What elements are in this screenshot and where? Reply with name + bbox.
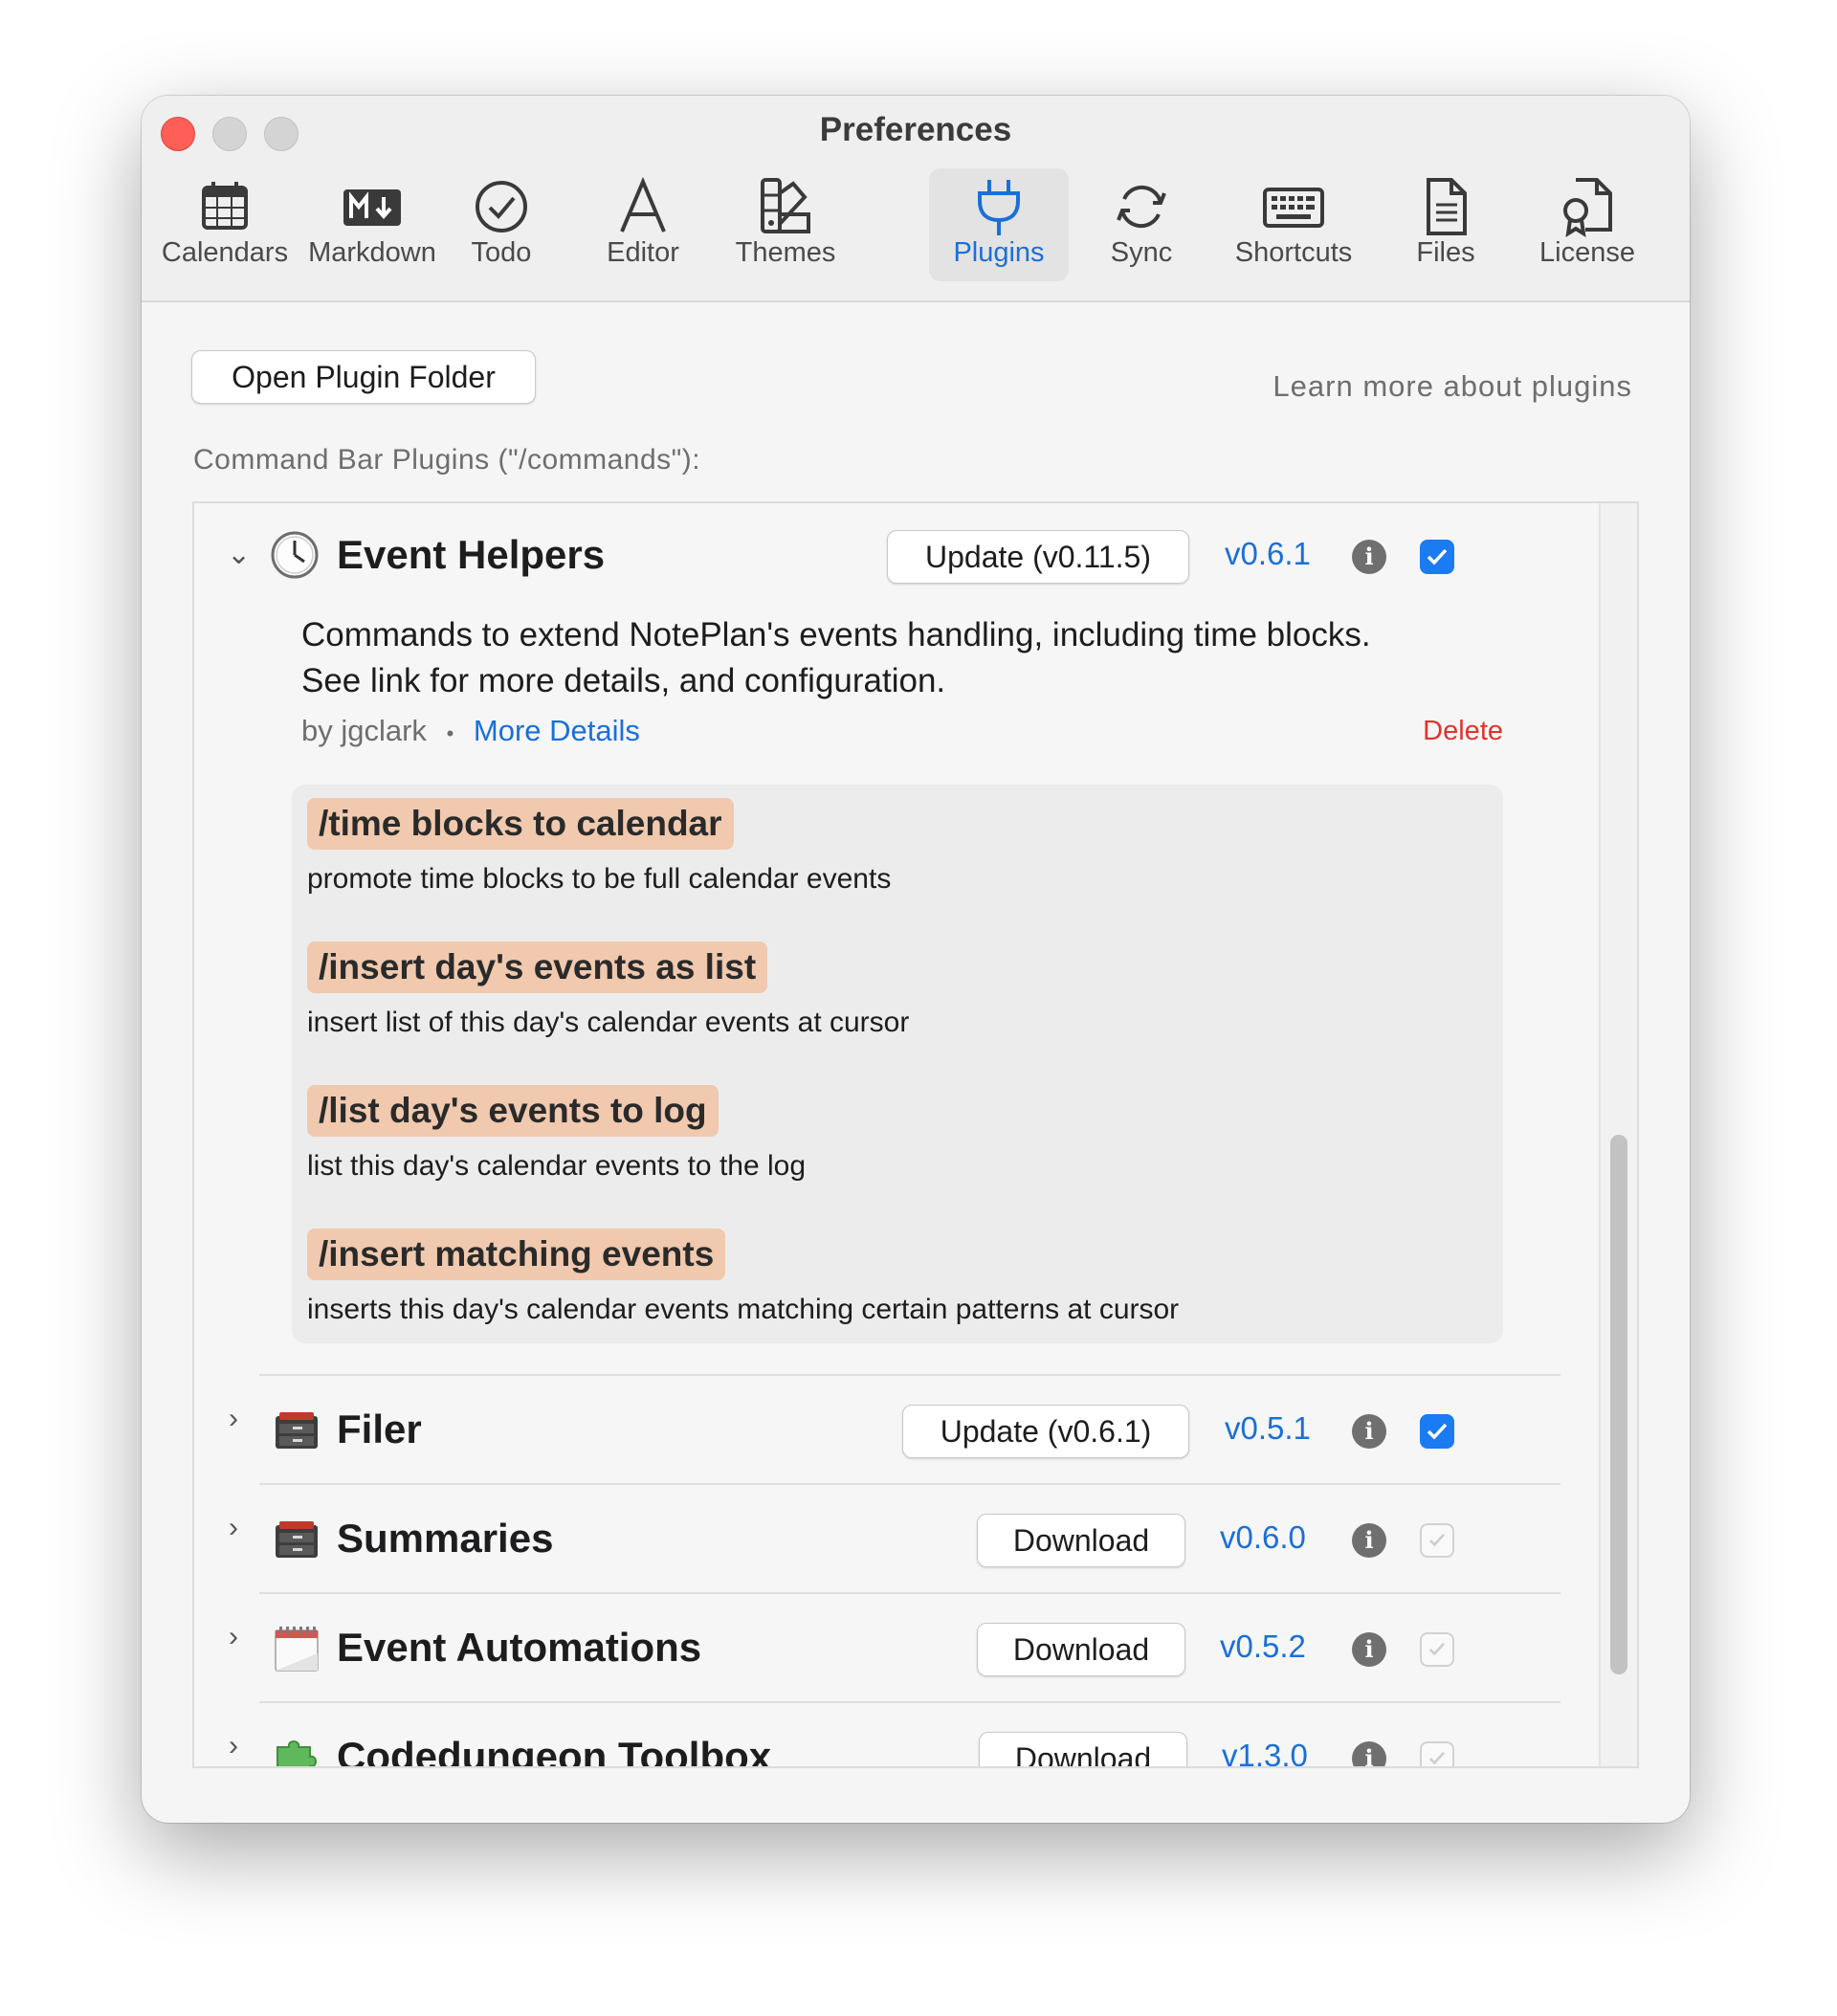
toolbar-tab-themes[interactable]: Themes: [716, 168, 855, 281]
editor-letter-a-icon: [620, 176, 666, 233]
toolbar-tab-sync[interactable]: Sync: [1072, 168, 1211, 281]
filing-cabinet-icon: [276, 1412, 318, 1449]
plug-icon: [978, 180, 1020, 235]
row-divider: [259, 1701, 1560, 1703]
expand-chevron-icon[interactable]: ›: [229, 1512, 238, 1544]
command-name: /insert day's events as list: [307, 942, 768, 993]
toolbar-tab-todo[interactable]: Todo: [432, 168, 571, 281]
toolbar-tab-editor[interactable]: Editor: [573, 168, 713, 281]
toolbar-tab-label: Themes: [735, 237, 836, 268]
toolbar-tab-files[interactable]: Files: [1376, 168, 1516, 281]
clock-icon: [271, 531, 319, 579]
plugin-author: by jgclark: [301, 714, 427, 747]
byline-separator: •: [446, 721, 454, 745]
expand-chevron-icon[interactable]: ›: [229, 1730, 238, 1762]
filing-cabinet-icon: [276, 1521, 318, 1558]
scrollbar-track[interactable]: [1599, 503, 1637, 1766]
plugin-name: Event Automations: [337, 1625, 702, 1670]
update-plugin-button[interactable]: Update (v0.6.1): [902, 1405, 1189, 1458]
checkmark-icon: [1427, 1423, 1448, 1440]
download-plugin-button[interactable]: Download: [977, 1623, 1185, 1676]
more-details-link[interactable]: More Details: [474, 714, 640, 747]
calendar-icon: [202, 182, 248, 230]
command-description: insert list of this day's calendar event…: [307, 1007, 910, 1038]
checkmark-icon: [1427, 548, 1448, 565]
expand-chevron-icon[interactable]: ›: [229, 1403, 238, 1435]
scrollbar-thumb[interactable]: [1610, 1135, 1627, 1674]
delete-plugin-link[interactable]: Delete: [1423, 716, 1503, 747]
command-item: /list day's events to log list this day'…: [307, 1085, 806, 1183]
command-name: /insert matching events: [307, 1229, 726, 1280]
command-description: promote time blocks to be full calendar …: [307, 863, 892, 895]
row-divider: [259, 1374, 1560, 1376]
plugins-list[interactable]: ⌄ Event Helpers Update (v0.11.5) v0.6.1 …: [192, 501, 1639, 1768]
themes-palette-icon: [761, 178, 810, 233]
toolbar-tab-license[interactable]: License: [1517, 168, 1657, 281]
plugin-version-link[interactable]: v0.6.1: [1225, 536, 1311, 572]
info-icon[interactable]: i: [1352, 540, 1386, 574]
license-certificate-icon: [1563, 178, 1612, 237]
sync-arrows-icon: [1117, 185, 1166, 229]
plugin-enabled-checkbox[interactable]: [1420, 1741, 1454, 1766]
window-title: Preferences: [819, 111, 1012, 148]
todo-check-icon: [476, 181, 527, 233]
command-list: /time blocks to calendar promote time bl…: [292, 785, 1503, 1343]
command-item: /insert matching events inserts this day…: [307, 1229, 1179, 1326]
download-plugin-button[interactable]: Download: [979, 1732, 1187, 1766]
markdown-icon: [343, 189, 401, 226]
plugin-name: Event Helpers: [337, 532, 606, 577]
plugin-version-link[interactable]: v0.6.0: [1220, 1519, 1306, 1556]
plugin-description: Commands to extend NotePlan's events han…: [301, 612, 1545, 704]
expand-chevron-icon[interactable]: ›: [229, 1621, 238, 1653]
info-icon[interactable]: i: [1352, 1414, 1386, 1449]
learn-more-link[interactable]: Learn more about plugins: [1273, 369, 1632, 404]
plugin-byline: by jgclark • More Details: [301, 714, 640, 748]
info-icon[interactable]: i: [1352, 1741, 1386, 1766]
plugin-enabled-checkbox[interactable]: [1420, 540, 1454, 574]
preferences-window: Preferences Calendars Markdown Todo Edit…: [142, 96, 1690, 1823]
plugin-version-link[interactable]: v0.5.2: [1220, 1628, 1306, 1665]
plugin-enabled-checkbox[interactable]: [1420, 1414, 1454, 1449]
toolbar-tab-shortcuts[interactable]: Shortcuts: [1224, 168, 1363, 281]
info-icon[interactable]: i: [1352, 1632, 1386, 1667]
plugin-name: Summaries: [337, 1516, 554, 1561]
checkmark-icon: [1428, 1533, 1446, 1547]
command-item: /time blocks to calendar promote time bl…: [307, 798, 891, 896]
download-plugin-button[interactable]: Download: [977, 1514, 1185, 1567]
plugin-name: Codedungeon Toolbox: [337, 1734, 772, 1768]
description-line: Commands to extend NotePlan's events han…: [301, 616, 1371, 654]
calendar-pad-icon: [275, 1627, 319, 1672]
command-description: inserts this day's calendar events match…: [307, 1294, 1180, 1325]
toolbar-tab-label: License: [1539, 237, 1635, 268]
plugin-enabled-checkbox[interactable]: [1420, 1523, 1454, 1558]
checkmark-icon: [1428, 1642, 1446, 1656]
plugins-pane: Open Plugin Folder Learn more about plug…: [142, 302, 1690, 1823]
puzzle-piece-icon: [277, 1740, 317, 1766]
plugin-version-link[interactable]: v1.3.0: [1222, 1738, 1308, 1766]
command-name: /time blocks to calendar: [307, 798, 734, 850]
plugin-version-link[interactable]: v0.5.1: [1225, 1410, 1311, 1447]
toolbar-tab-calendars[interactable]: Calendars: [155, 168, 295, 281]
command-description: list this day's calendar events to the l…: [307, 1150, 807, 1182]
plugin-enabled-checkbox[interactable]: [1420, 1632, 1454, 1667]
description-line: See link for more details, and configura…: [301, 662, 946, 699]
collapse-chevron-icon[interactable]: ⌄: [227, 538, 251, 571]
keyboard-icon: [1263, 188, 1324, 228]
update-plugin-button[interactable]: Update (v0.11.5): [887, 530, 1189, 584]
command-item: /insert day's events as list insert list…: [307, 942, 909, 1039]
plugin-name: Filer: [337, 1407, 422, 1451]
file-icon: [1427, 178, 1467, 235]
title-bar: Preferences Calendars Markdown Todo Edit…: [142, 96, 1690, 302]
checkmark-icon: [1428, 1751, 1446, 1765]
open-plugin-folder-button[interactable]: Open Plugin Folder: [191, 350, 536, 404]
command-name: /list day's events to log: [307, 1085, 719, 1137]
row-divider: [259, 1592, 1560, 1594]
row-divider: [259, 1483, 1560, 1485]
toolbar-tab-plugins[interactable]: Plugins: [929, 168, 1069, 281]
info-icon[interactable]: i: [1352, 1523, 1386, 1558]
section-label: Command Bar Plugins ("/commands"):: [193, 444, 701, 476]
